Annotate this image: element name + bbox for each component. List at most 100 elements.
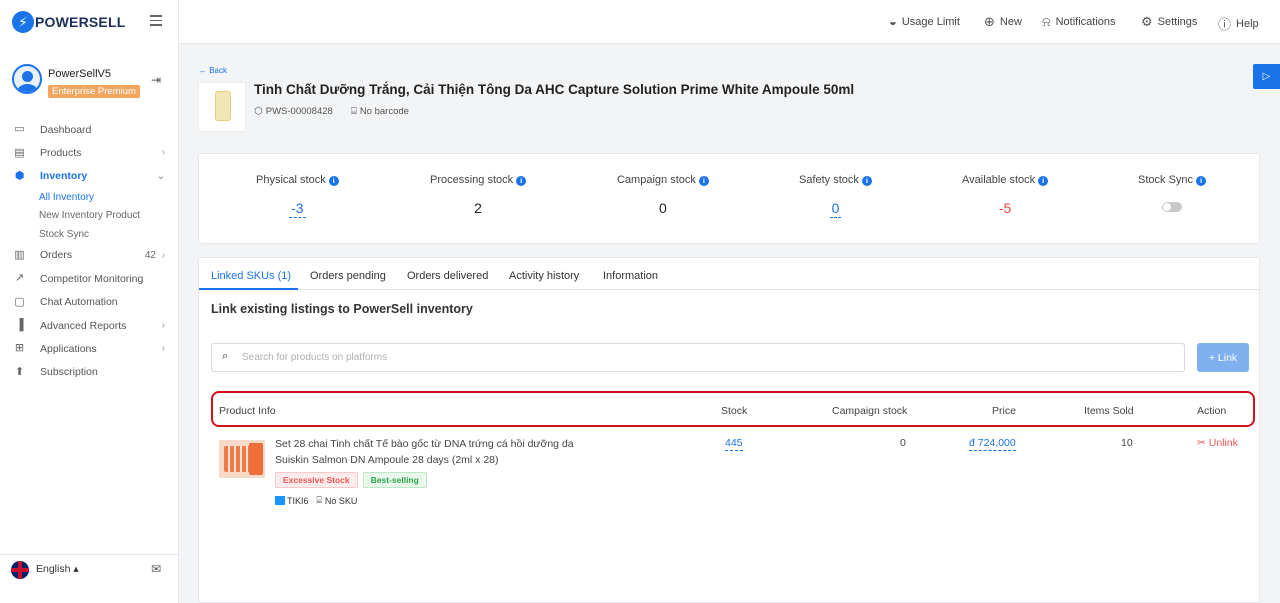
plan-badge: Enterprise Premium [48, 85, 140, 98]
listing-name[interactable]: Set 28 chai Tinh chất Tế bào gốc từ DNA … [275, 436, 585, 468]
user-profile[interactable]: PowerSellV5 Enterprise Premium ⇥ [12, 63, 172, 99]
arrow-up-circle-icon: ⬆ [14, 365, 25, 378]
product-image [198, 82, 246, 132]
campaign-stock: Campaign stock i 0 [617, 174, 709, 216]
tab-linked-skus[interactable]: Linked SKUs (1) [211, 270, 291, 282]
chevron-right-icon: › [161, 343, 165, 355]
sidebar-item-label: Products [40, 147, 82, 160]
product-meta: ⬡ PWS-00008428 ⌸ No barcode [254, 106, 409, 117]
sidebar-item-label: Dashboard [40, 123, 92, 136]
usage-limit-button[interactable]: ◒ Usage Limit [889, 14, 960, 29]
logo[interactable]: ⚡ POWERSELL [12, 10, 125, 34]
play-panel-toggle[interactable]: ▷ [1253, 64, 1280, 89]
sidebar-footer: English ▴ ✉ [0, 554, 179, 603]
unlink-icon: ✂ [1197, 437, 1206, 449]
menu-toggle-icon[interactable] [150, 15, 162, 26]
available-stock: Available stock i -5 [962, 174, 1049, 216]
usage-limit-label: Usage Limit [901, 15, 960, 28]
info-icon[interactable]: i [1038, 176, 1049, 186]
sidebar-item-applications[interactable]: ⊞ Applications › [0, 337, 179, 360]
chat-support-icon[interactable]: ✉ [151, 562, 161, 576]
sidebar-item-dashboard[interactable]: ▭ Dashboard [0, 118, 179, 141]
orders-count: 42 [144, 249, 156, 261]
listing-stock[interactable]: 445 [725, 437, 743, 451]
chevron-right-icon: › [161, 319, 165, 331]
stock-summary: Physical stock i -3 Processing stock i 2 C… [198, 153, 1260, 244]
active-tab-indicator [199, 288, 298, 290]
available-stock-label: Available stock [962, 174, 1036, 186]
tiki-logo-icon [275, 496, 285, 505]
info-icon[interactable]: i [516, 176, 527, 186]
tab-information[interactable]: Information [603, 270, 658, 282]
trend-icon: ↗ [14, 272, 25, 285]
notifications-button[interactable]: ⍾ Notifications [1042, 14, 1116, 30]
question-circle-icon: ⓘ [1218, 17, 1232, 32]
tab-orders-pending[interactable]: Orders pending [310, 270, 386, 282]
cube-icon: ⬢ [14, 169, 25, 182]
info-icon[interactable]: i [1196, 176, 1207, 186]
safety-stock-label: Safety stock [799, 174, 859, 186]
package-icon: ⬡ [254, 106, 263, 117]
sidebar-nav: ▭ Dashboard ▤ Products › ⬢ Inventory ⌄ A… [0, 118, 179, 384]
uk-flag-icon[interactable] [11, 561, 29, 579]
link-button[interactable]: + Link [1197, 343, 1249, 372]
sidebar-item-advanced-reports[interactable]: ▐ Advanced Reports › [0, 314, 179, 337]
sidebar-item-label: Advanced Reports [40, 319, 127, 332]
sidebar-item-label: Subscription [40, 366, 98, 379]
physical-stock: Physical stock i -3 [256, 174, 339, 218]
column-header-price: Price [992, 405, 1016, 417]
sidebar-item-orders[interactable]: ▥ Orders 42 › [0, 244, 179, 267]
tab-activity-history[interactable]: Activity history [509, 270, 579, 282]
physical-stock-value[interactable]: -3 [289, 200, 306, 218]
sidebar-item-label: Chat Automation [40, 296, 118, 309]
column-header-stock: Stock [721, 405, 748, 417]
safety-stock: Safety stock i 0 [799, 174, 872, 218]
back-link[interactable]: ← Back [199, 66, 227, 75]
processing-stock-label: Processing stock [430, 174, 514, 186]
sidebar-subitem-stock-sync[interactable]: Stock Sync [0, 225, 179, 244]
sidebar-subitem-all-inventory[interactable]: All Inventory [0, 188, 179, 207]
new-button[interactable]: ⊕ New [984, 14, 1022, 30]
sidebar-item-products[interactable]: ▤ Products › [0, 141, 179, 164]
new-label: New [999, 16, 1022, 28]
settings-button[interactable]: ⚙ Settings [1141, 14, 1197, 30]
stock-sync-toggle[interactable] [1162, 202, 1183, 212]
tag-excessive-stock: Excessive Stock [275, 472, 358, 488]
info-icon[interactable]: i [328, 176, 339, 186]
search-icon: ⌕ [222, 350, 229, 362]
available-stock-value: -5 [998, 200, 1012, 216]
safety-stock-value[interactable]: 0 [829, 200, 842, 218]
listing-sku: No SKU [324, 495, 358, 506]
grid-icon: ⊞ [14, 342, 25, 355]
chevron-down-icon: ⌄ [156, 170, 165, 182]
settings-label: Settings [1157, 16, 1198, 28]
listing-items-sold: 10 [1121, 437, 1133, 449]
sidebar-item-subscription[interactable]: ⬆ Subscription [0, 361, 179, 384]
info-icon[interactable]: i [698, 176, 709, 186]
listing-price[interactable]: đ 724,000 [969, 437, 1016, 451]
tab-orders-delivered[interactable]: Orders delivered [407, 270, 488, 282]
sidebar-item-label: Competitor Monitoring [40, 272, 144, 285]
product-sku: PWS-00008428 [265, 106, 333, 117]
column-header-action: Action [1197, 405, 1227, 417]
topbar: ◒ Usage Limit ⊕ New ⍾ Notifications ⚙ Se… [179, 0, 1280, 44]
sidebar-item-competitor-monitoring[interactable]: ↗ Competitor Monitoring [0, 267, 179, 290]
language-selector[interactable]: English ▴ [36, 563, 79, 575]
stock-sync: Stock Sync i [1138, 174, 1207, 215]
sidebar-item-inventory[interactable]: ⬢ Inventory ⌄ [0, 165, 179, 188]
campaign-stock-label: Campaign stock [617, 174, 696, 186]
info-icon[interactable]: i [861, 176, 872, 186]
column-header-items-sold: Items Sold [1084, 405, 1134, 417]
help-button[interactable]: ⓘ Help [1218, 14, 1259, 33]
shop-name: TIKI6 [287, 495, 309, 506]
sidebar: ⚡ POWERSELL PowerSellV5 Enterprise Premi… [0, 0, 179, 603]
unlink-button[interactable]: ✂ Unlink [1197, 437, 1238, 449]
sidebar-subitem-new-inventory-product[interactable]: New Inventory Product [0, 207, 179, 226]
listing-campaign-stock: 0 [900, 437, 906, 449]
search-input[interactable] [242, 349, 1162, 366]
chevron-right-icon: › [161, 249, 165, 261]
box-icon: ▤ [14, 146, 25, 159]
sidebar-item-chat-automation[interactable]: ▢ Chat Automation [0, 290, 179, 313]
platform-search: ⌕ [211, 343, 1185, 372]
logout-icon[interactable]: ⇥ [151, 73, 161, 87]
